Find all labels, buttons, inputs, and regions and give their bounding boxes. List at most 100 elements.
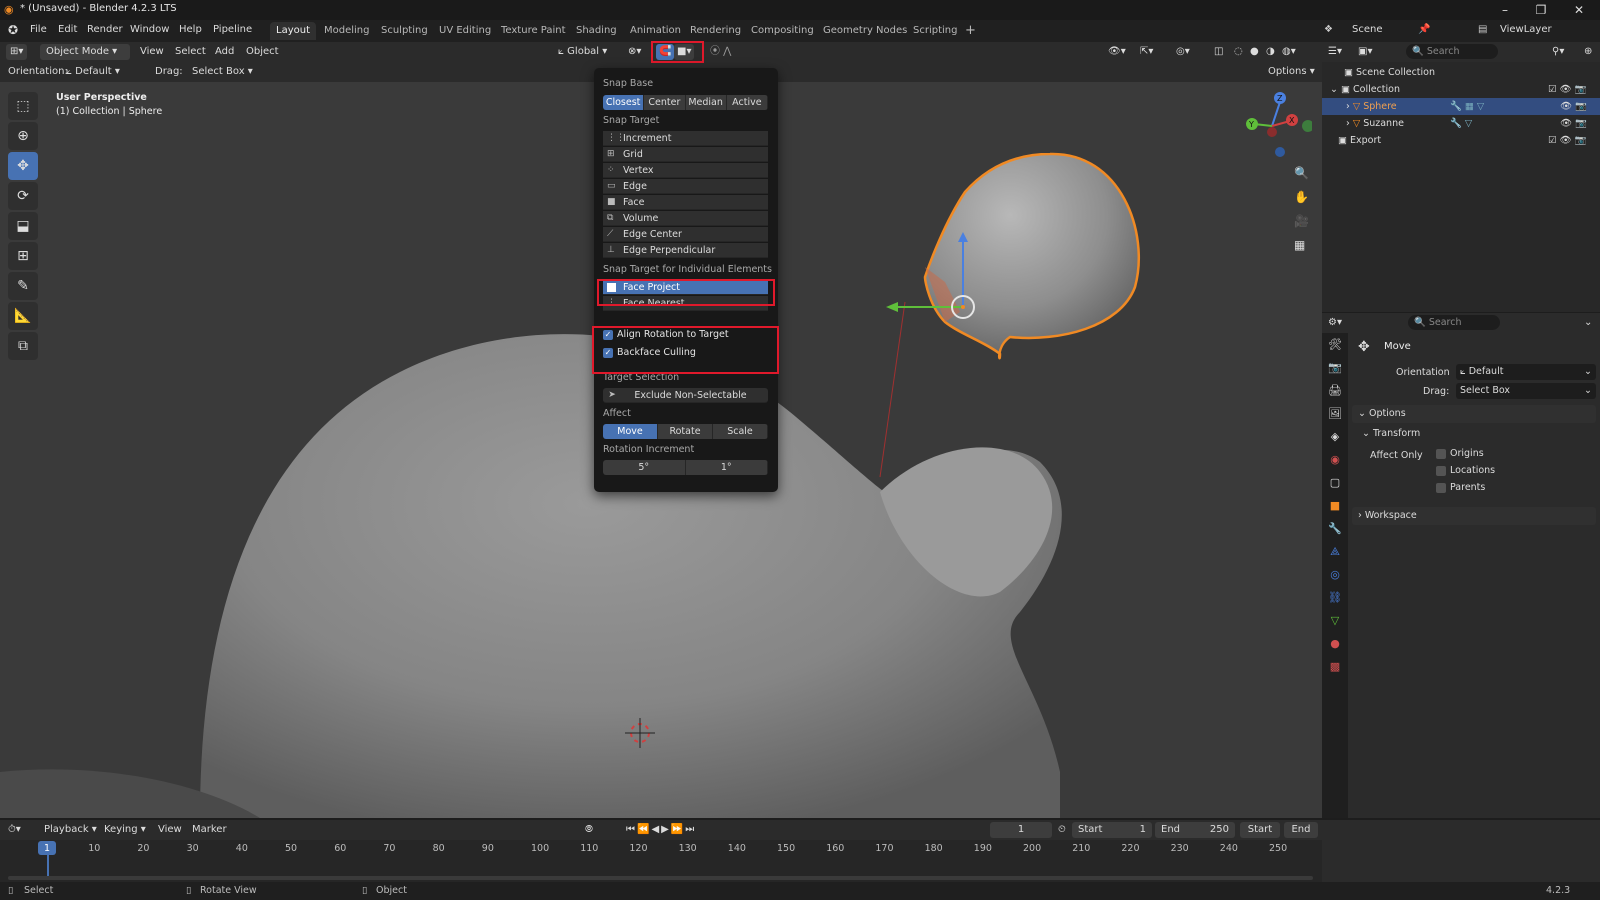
snap-target-face[interactable]: ■ Face bbox=[603, 195, 768, 210]
affect-origins-checkbox[interactable]: Origins bbox=[1436, 448, 1484, 459]
maximize-icon[interactable]: ❐ bbox=[1526, 1, 1556, 19]
pan-hand-icon[interactable]: ✋ bbox=[1294, 190, 1314, 214]
rotation-increment-coarse[interactable]: 5° bbox=[603, 460, 686, 475]
measure-tool-icon[interactable]: 📐 bbox=[8, 302, 38, 330]
tab-layout[interactable]: Layout bbox=[270, 22, 316, 40]
sphere-visibility-icons[interactable]: 👁 📷 bbox=[1560, 98, 1587, 115]
visibility-dropdown-icon[interactable]: 👁▾ bbox=[1108, 44, 1126, 60]
scene-tab-icon[interactable]: ◈ bbox=[1322, 425, 1348, 448]
snap-target-increment[interactable]: ⋮⋮ Increment bbox=[603, 131, 768, 146]
xray-toggle-icon[interactable]: ◫ bbox=[1214, 44, 1223, 60]
snap-target-grid[interactable]: ⊞ Grid bbox=[603, 147, 768, 162]
filter-icon[interactable]: ⚲▾ bbox=[1552, 44, 1564, 60]
particles-tab-icon[interactable]: ⟁ bbox=[1322, 540, 1348, 563]
affect-scale[interactable]: Scale bbox=[713, 424, 768, 439]
menu-pipeline[interactable]: Pipeline bbox=[209, 23, 256, 36]
zoom-icon[interactable]: 🔍 bbox=[1294, 166, 1314, 190]
tab-sculpting[interactable]: Sculpting bbox=[375, 22, 434, 40]
transform-orientation-select[interactable]: ⟀ Global ▾ bbox=[558, 44, 607, 60]
menu-render[interactable]: Render bbox=[83, 23, 127, 36]
blender-menu-icon[interactable]: ✪ bbox=[8, 23, 18, 37]
orientation-select[interactable]: ⟀ Default ⌄ bbox=[1456, 364, 1596, 380]
export-visibility-icons[interactable]: ☑ 👁 📷 bbox=[1548, 132, 1586, 149]
tab-animation[interactable]: Animation bbox=[624, 22, 687, 40]
jump-end-button[interactable]: End bbox=[1284, 822, 1318, 838]
snap-target-edge[interactable]: ▭ Edge bbox=[603, 179, 768, 194]
move-tool-icon[interactable]: ✥ bbox=[8, 152, 38, 180]
menu-view[interactable]: View bbox=[140, 44, 164, 60]
tab-modeling[interactable]: Modeling bbox=[318, 22, 376, 40]
menu-keying[interactable]: Keying ▾ bbox=[104, 822, 146, 838]
outliner-item-suzanne[interactable]: › ▽ Suzanne 🔧 ▽ 👁 📷 bbox=[1322, 115, 1600, 132]
new-collection-icon[interactable]: ⊕ bbox=[1584, 44, 1592, 60]
mode-select[interactable]: Object Mode ▾ bbox=[40, 44, 130, 60]
options-panel-header[interactable]: ⌄ Options bbox=[1352, 405, 1596, 423]
modifier-icons[interactable]: 🔧 ▦ ▽ bbox=[1450, 98, 1484, 115]
scale-tool-icon[interactable]: ⬓ bbox=[8, 212, 38, 240]
affect-parents-checkbox[interactable]: Parents bbox=[1436, 482, 1485, 493]
workspace-panel-header[interactable]: › Workspace bbox=[1352, 507, 1596, 525]
menu-help[interactable]: Help bbox=[175, 23, 206, 36]
close-icon[interactable]: ✕ bbox=[1564, 1, 1594, 19]
end-frame-field[interactable]: End 250 bbox=[1155, 822, 1235, 838]
outliner-item-sphere[interactable]: › ▽ Sphere 🔧 ▦ ▽ 👁 📷 bbox=[1322, 98, 1600, 115]
physics-tab-icon[interactable]: ◎ bbox=[1322, 563, 1348, 586]
snap-base-active[interactable]: Active bbox=[726, 95, 768, 110]
overlays-toggle-icon[interactable]: ◎▾ bbox=[1176, 44, 1190, 60]
playback-controls[interactable]: ⏮⏪◀▶⏩⏭ bbox=[626, 822, 696, 838]
perspective-grid-icon[interactable]: ▦ bbox=[1294, 238, 1314, 262]
modifier-icons[interactable]: 🔧 ▽ bbox=[1450, 115, 1472, 132]
menu-window[interactable]: Window bbox=[126, 23, 173, 36]
material-tab-icon[interactable]: ● bbox=[1322, 632, 1348, 655]
texture-tab-icon[interactable]: ▩ bbox=[1322, 655, 1348, 678]
tab-shading[interactable]: Shading bbox=[570, 22, 623, 40]
auto-keying-icon[interactable]: ⦾ bbox=[585, 822, 593, 838]
timeline-scrollbar[interactable] bbox=[8, 876, 1313, 880]
navigation-gizmo[interactable]: Z Y X bbox=[1240, 90, 1312, 160]
pivot-point-icon[interactable]: ⊗▾ bbox=[628, 44, 641, 60]
add-workspace-icon[interactable]: + bbox=[965, 23, 976, 38]
menu-add[interactable]: Add bbox=[215, 44, 234, 60]
jump-start-button[interactable]: Start bbox=[1240, 822, 1280, 838]
tab-rendering[interactable]: Rendering bbox=[684, 22, 747, 40]
world-tab-icon[interactable]: ◉ bbox=[1322, 448, 1348, 471]
object-tab-icon[interactable]: ■ bbox=[1322, 494, 1348, 517]
pin-icon[interactable]: 📌 bbox=[1418, 24, 1430, 35]
properties-options-icon[interactable]: ⌄ bbox=[1584, 315, 1592, 331]
modifier-tab-icon[interactable]: 🔧 bbox=[1322, 517, 1348, 540]
menu-playback[interactable]: Playback ▾ bbox=[44, 822, 97, 838]
menu-marker[interactable]: Marker bbox=[192, 822, 227, 838]
orientation-select[interactable]: ⟀ Default ▾ bbox=[66, 64, 120, 80]
tab-uv-editing[interactable]: UV Editing bbox=[433, 22, 497, 40]
expand-arrow-icon[interactable]: ⌄ bbox=[1330, 84, 1338, 95]
rotation-increment-fine[interactable]: 1° bbox=[685, 460, 768, 475]
view-layer-tab-icon[interactable]: 🖼 bbox=[1322, 402, 1348, 425]
transform-subpanel-header[interactable]: ⌄ Transform bbox=[1362, 425, 1420, 443]
add-cube-tool-icon[interactable]: ⧉ bbox=[8, 332, 38, 360]
minimize-icon[interactable]: – bbox=[1490, 1, 1520, 19]
snap-base-center[interactable]: Center bbox=[644, 95, 686, 110]
tool-tab-icon[interactable]: 🛠 bbox=[1322, 333, 1348, 356]
camera-view-icon[interactable]: 🎥 bbox=[1294, 214, 1314, 238]
wireframe-shading-icon[interactable]: ◌ bbox=[1234, 44, 1243, 60]
material-shading-icon[interactable]: ◑ bbox=[1266, 44, 1275, 60]
current-frame-field[interactable]: 1 bbox=[990, 822, 1052, 838]
menu-object[interactable]: Object bbox=[246, 44, 279, 60]
timeline[interactable]: 1 10 20 30 40 50 60 70 80 90 100 110 120 130 140 150 160… bbox=[0, 840, 1322, 882]
menu-file[interactable]: File bbox=[26, 23, 51, 36]
data-tab-icon[interactable]: ▽ bbox=[1322, 609, 1348, 632]
snap-target-vertex[interactable]: ⁘ Vertex bbox=[603, 163, 768, 178]
view-layer-name[interactable]: ViewLayer bbox=[1500, 24, 1552, 35]
affect-move[interactable]: Move bbox=[603, 424, 658, 439]
menu-timeline-view[interactable]: View bbox=[158, 822, 182, 838]
outliner-search-input[interactable]: 🔍 Search bbox=[1406, 44, 1498, 59]
collection-tab-icon[interactable]: ▢ bbox=[1322, 471, 1348, 494]
editor-type-button[interactable]: ⊞▾ bbox=[6, 44, 28, 60]
outliner-collection[interactable]: ⌄ ▣ Collection ☑ 👁 📷 bbox=[1322, 81, 1600, 98]
tab-geometry-nodes[interactable]: Geometry Nodes bbox=[817, 22, 913, 40]
affect-locations-checkbox[interactable]: Locations bbox=[1436, 465, 1495, 476]
snap-base-median[interactable]: Median bbox=[685, 95, 727, 110]
snap-base-closest[interactable]: Closest bbox=[603, 95, 645, 110]
properties-editor-type-icon[interactable]: ⚙▾ bbox=[1328, 315, 1342, 331]
outliner-editor-type-icon[interactable]: ☰▾ bbox=[1328, 44, 1342, 60]
